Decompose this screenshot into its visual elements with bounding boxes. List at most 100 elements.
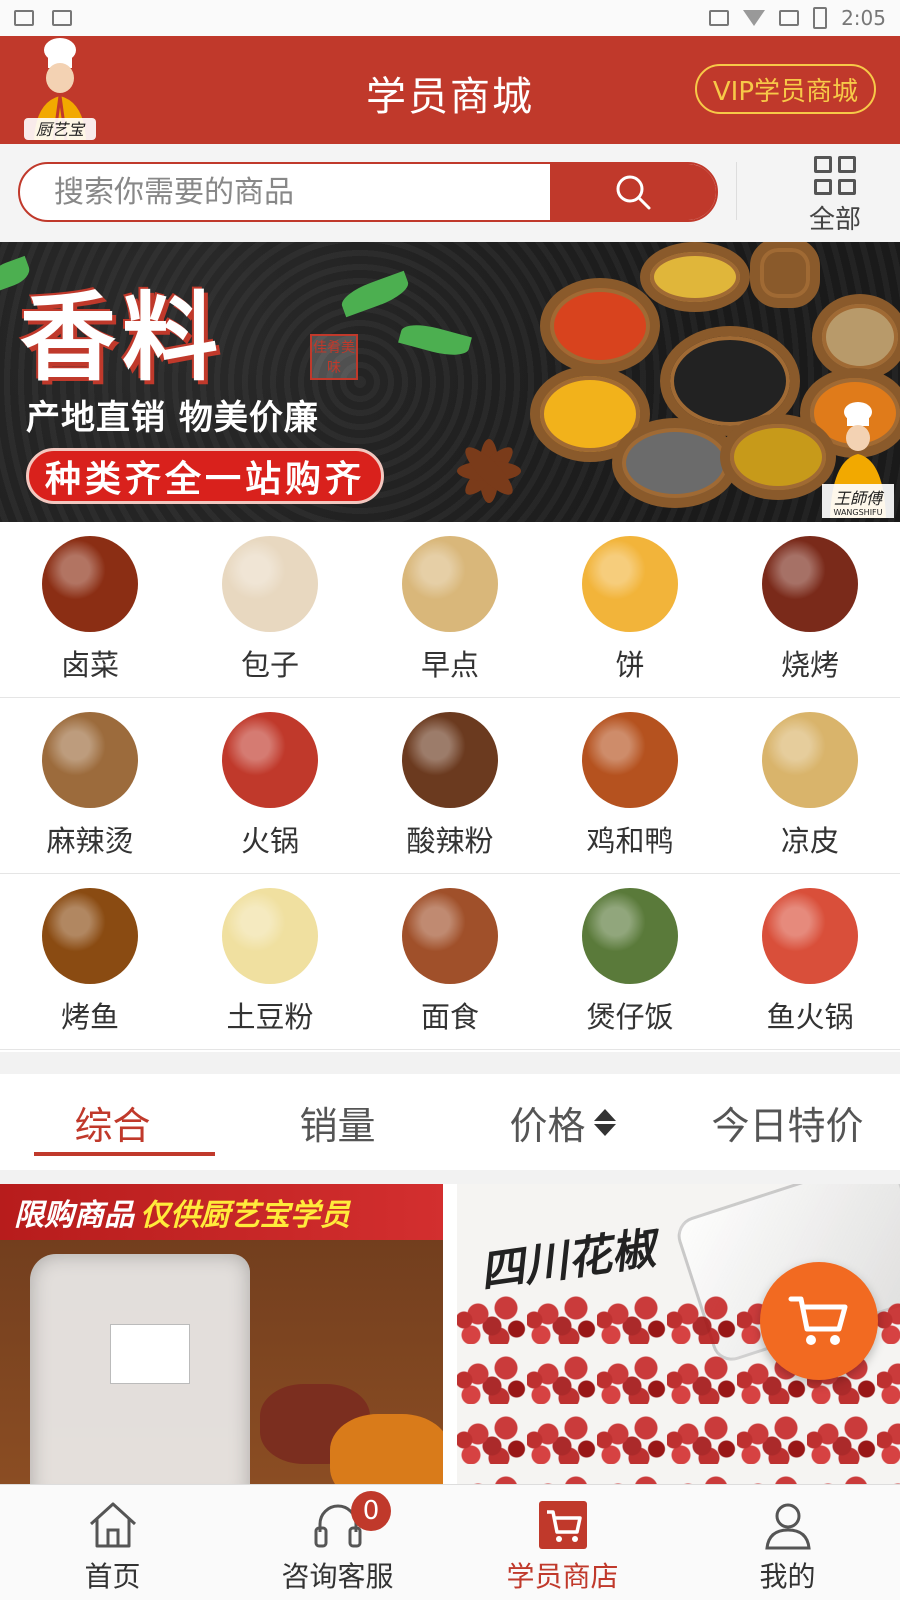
bag-label [110,1324,190,1384]
category-label: 鸡和鸭 [586,824,674,858]
nav-support-label: 咨询客服 [281,1560,394,1593]
category-thumbnail [762,888,858,984]
category-thumbnail [402,888,498,984]
text-notification-icon [52,10,72,26]
support-badge: 0 [351,1491,391,1531]
category-thumbnail [222,888,318,984]
bottom-nav: 首页 0 咨询客服 学员商店 我的 [0,1484,900,1600]
home-icon [85,1497,141,1553]
promo-strip: 限购商品 仅供厨艺宝学员 [0,1184,443,1240]
banner-subtitle: 产地直销 物美价廉 [26,398,319,438]
meat-image [330,1414,443,1484]
all-categories-button[interactable]: 全部 [792,152,878,236]
category-item[interactable]: 烧烤 [720,522,900,697]
nav-student-store[interactable]: 学员商店 [450,1485,675,1600]
search-box [18,162,718,222]
category-item[interactable]: 饼 [540,522,720,697]
category-item[interactable]: 包子 [180,522,360,697]
nav-profile-label: 我的 [759,1560,816,1593]
status-time: 2:05 [841,6,886,30]
product-card-left[interactable]: 限购商品 仅供厨艺宝学员 [0,1184,443,1484]
spice-bowl [540,278,660,374]
status-bar: 2:05 [0,0,900,36]
category-item[interactable]: 火锅 [180,698,360,873]
category-label: 火锅 [240,824,299,858]
sort-arrows-icon [593,1108,616,1136]
category-item[interactable]: 凉皮 [720,698,900,873]
vip-mall-button[interactable]: VIP学员商城 [694,64,876,114]
category-label: 鱼火锅 [766,1000,854,1034]
wifi-icon [743,10,766,26]
nav-support[interactable]: 0 咨询客服 [225,1485,450,1600]
tab-comprehensive[interactable]: 综合 [0,1074,225,1170]
nav-home-label: 首页 [84,1560,141,1593]
category-thumbnail [42,536,138,632]
search-input[interactable] [20,164,550,220]
category-item[interactable]: 烤鱼 [0,874,180,1049]
category-item[interactable]: 早点 [360,522,540,697]
banner-ribbon: 种类齐全一站购齐 [26,448,385,504]
search-button[interactable] [550,164,716,220]
category-thumbnail [582,712,678,808]
tab-daily-special[interactable]: 今日特价 [675,1074,900,1170]
category-label: 卤菜 [60,648,119,682]
category-thumbnail [402,712,498,808]
promo-text: 限购商品 [14,1198,134,1233]
category-item[interactable]: 煲仔饭 [540,874,720,1049]
category-label: 烤鱼 [60,1000,119,1034]
category-label: 麻辣烫 [46,824,134,858]
battery-icon [813,7,828,29]
store-cart-icon [535,1497,591,1553]
cart-icon [788,1296,848,1345]
tab-price[interactable]: 价格 [450,1074,675,1170]
category-item[interactable]: 麻辣烫 [0,698,180,873]
category-thumbnail [42,712,138,808]
image-notification-icon [14,10,34,26]
banner-title: 香料 [20,281,224,394]
spice-bowl [612,418,738,508]
app-header: 厨艺宝 学员商城 VIP学员商城 [0,36,900,144]
promo-banner[interactable]: 香料 佳肴美味 产地直销 物美价廉 种类齐全一站购齐 王師傅 WANGSHIFU [0,242,900,522]
brand-text: 王師傅 [834,489,885,508]
category-thumbnail [582,888,678,984]
sort-tabs: 综合 销量 价格 今日特价 [0,1074,900,1170]
category-label: 面食 [420,1000,479,1034]
category-thumbnail [762,712,858,808]
category-item[interactable]: 鸡和鸭 [540,698,720,873]
banner-seal: 佳肴美味 [310,334,358,380]
category-thumbnail [42,888,138,984]
category-row: 麻辣烫 火锅 酸辣粉 鸡和鸭 凉皮 [0,698,900,874]
category-row: 卤菜 包子 早点 饼 烧烤 [0,522,900,698]
cart-button[interactable] [760,1262,878,1380]
nav-home[interactable]: 首页 [0,1485,225,1600]
search-row: 全部 [0,144,900,242]
category-item[interactable]: 面食 [360,874,540,1049]
spice-bowl [640,242,750,312]
brand-text-en: WANGSHIFU [833,508,882,517]
cast-icon [709,10,730,26]
spice-bowl [720,414,836,500]
category-grid: 卤菜 包子 早点 饼 烧烤麻辣烫 火锅 酸辣粉 鸡和鸭 凉皮烤鱼 土豆粉 面食 煲仔饭 鱼火锅 [0,522,900,1052]
category-thumbnail [582,536,678,632]
category-thumbnail [222,536,318,632]
category-item[interactable]: 卤菜 [0,522,180,697]
nav-student-store-label: 学员商店 [506,1560,619,1593]
category-label: 土豆粉 [226,1000,314,1034]
user-icon [760,1497,816,1553]
signal-icon [779,10,800,26]
mortar [750,242,820,308]
category-row: 烤鱼 土豆粉 面食 煲仔饭 鱼火锅 [0,874,900,1050]
category-item[interactable]: 酸辣粉 [360,698,540,873]
promo-highlight: 仅供厨艺宝学员 [140,1198,350,1233]
category-item[interactable]: 鱼火锅 [720,874,900,1049]
category-thumbnail [762,536,858,632]
category-item[interactable]: 土豆粉 [180,874,360,1049]
nav-profile[interactable]: 我的 [675,1485,900,1600]
grid-icon [814,156,856,195]
category-label: 凉皮 [780,824,839,858]
tab-sales[interactable]: 销量 [225,1074,450,1170]
category-label: 饼 [615,648,645,682]
star-anise-icon [457,439,521,503]
search-icon [616,175,651,210]
search-divider [736,162,737,220]
